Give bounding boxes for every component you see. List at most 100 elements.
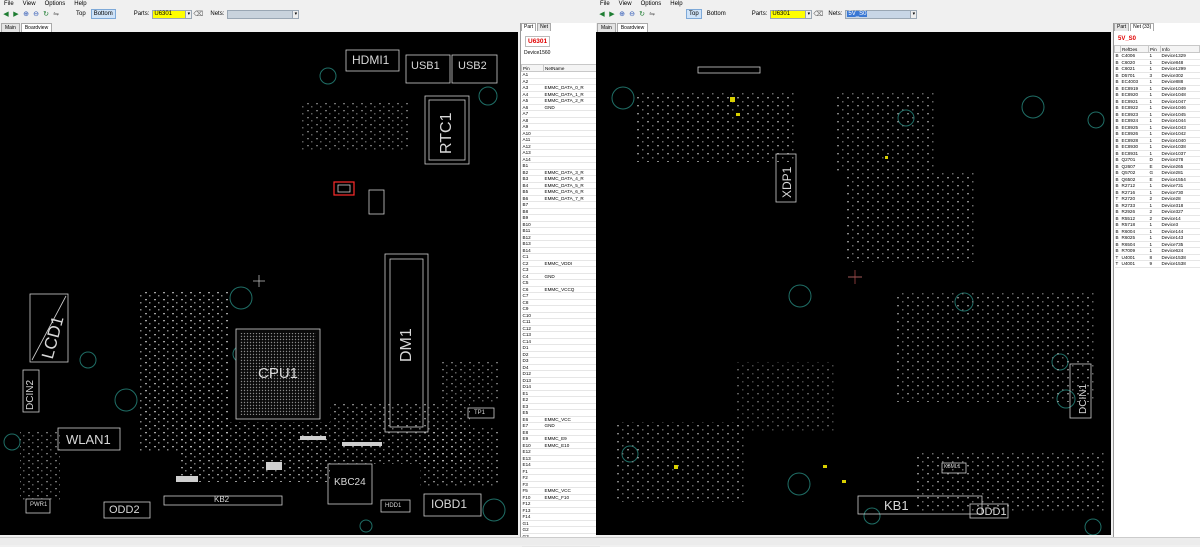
right-boardviewer-window: File View Options Help ◀ ▶ ⊕ ⊖ ↻ ⇋ Top B… bbox=[596, 0, 1200, 545]
menu-file[interactable]: File bbox=[600, 0, 610, 8]
menu-bar: File View Options Help bbox=[0, 0, 600, 8]
label-xdp1: XDP1 bbox=[780, 167, 794, 198]
pcb-board-canvas[interactable]: XDP1 DCIN1 KB1 ODD1 KBML1 bbox=[596, 32, 1111, 535]
pcb-graphics bbox=[0, 32, 518, 535]
part-info-panel: Part Net U6301 Device1560 Pin NetName A1… bbox=[520, 23, 600, 543]
info-cell: Device1538 bbox=[1161, 261, 1200, 268]
tab-part[interactable]: Part bbox=[521, 23, 536, 31]
clear-parts-icon[interactable]: ⌫ bbox=[194, 10, 202, 18]
rotate-icon[interactable]: ↻ bbox=[638, 10, 646, 18]
view-tabs: Main Boardview bbox=[597, 23, 649, 32]
zoom-in-icon[interactable]: ⊕ bbox=[22, 10, 30, 18]
selected-net-name: 5V_S0 bbox=[1118, 36, 1200, 42]
tab-part[interactable]: Part bbox=[1114, 23, 1129, 31]
pcb-graphics bbox=[596, 32, 1111, 535]
label-usb1: USB1 bbox=[411, 60, 440, 72]
bottom-side-button[interactable]: Bottom bbox=[705, 10, 728, 18]
selected-part-description: Device1560 bbox=[524, 50, 600, 56]
flip-icon[interactable]: ⇋ bbox=[52, 10, 60, 18]
column-header-pin[interactable]: Pin bbox=[522, 65, 544, 72]
toolbar: ◀ ▶ ⊕ ⊖ ↻ ⇋ Top Bottom Parts: U6301 ▾ ⌫ N… bbox=[0, 8, 600, 20]
top-side-button[interactable]: Top bbox=[74, 10, 88, 18]
label-hdd1: HDD1 bbox=[385, 503, 401, 509]
parts-combo[interactable]: U6301 ▾ bbox=[152, 10, 192, 19]
menu-options[interactable]: Options bbox=[641, 0, 662, 8]
chevron-down-icon[interactable]: ▾ bbox=[292, 11, 298, 18]
left-boardviewer-window: File View Options Help ◀ ▶ ⊕ ⊖ ↻ ⇋ Top B… bbox=[0, 0, 600, 545]
toolbar: ◀ ▶ ⊕ ⊖ ↻ ⇋ Top Bottom Parts: U6301 ▾ ⌫ N… bbox=[596, 8, 1200, 20]
arrow-left-icon[interactable]: ◀ bbox=[2, 10, 10, 18]
label-tp1: TP1 bbox=[474, 410, 485, 416]
net-info-panel: Part Net (33) 5V_S0 RefDes Pin Info BC40… bbox=[1113, 23, 1200, 543]
parts-label: Parts: bbox=[134, 11, 150, 17]
label-rtc1: RTC1 bbox=[438, 113, 456, 155]
label-usb2: USB2 bbox=[458, 60, 487, 72]
label-odd1: ODD1 bbox=[976, 506, 1007, 518]
nets-label: Nets: bbox=[210, 11, 224, 17]
label-cpu1: CPU1 bbox=[258, 365, 298, 382]
label-kbml1: KBML1 bbox=[944, 464, 960, 470]
arrow-right-icon[interactable]: ▶ bbox=[12, 10, 20, 18]
label-dcin1: DCIN1 bbox=[1078, 384, 1089, 414]
label-dcin2: DCIN2 bbox=[25, 380, 36, 410]
column-header-netname[interactable]: NetName bbox=[544, 65, 600, 72]
label-iobd1: IOBD1 bbox=[431, 497, 467, 511]
chevron-down-icon[interactable]: ▾ bbox=[910, 11, 916, 18]
tab-net[interactable]: Net bbox=[537, 23, 551, 31]
zoom-out-icon[interactable]: ⊖ bbox=[628, 10, 636, 18]
label-kb1: KB1 bbox=[884, 498, 909, 513]
tab-boardview[interactable]: Boardview bbox=[21, 23, 52, 32]
label-pwr1: PWR1 bbox=[30, 502, 47, 508]
arrow-right-icon[interactable]: ▶ bbox=[608, 10, 616, 18]
pin-table: Pin NetName A1A2A3EMMC_DATA_0_RA4EMMC_DA… bbox=[521, 64, 600, 547]
menu-help[interactable]: Help bbox=[74, 0, 86, 8]
column-header-refdes[interactable]: RefDes bbox=[1121, 46, 1149, 53]
nets-combo[interactable]: 5V_S0 ▾ bbox=[845, 10, 917, 19]
tab-boardview[interactable]: Boardview bbox=[617, 23, 648, 32]
chevron-down-icon[interactable]: ▾ bbox=[185, 11, 191, 18]
parts-value: U6301 bbox=[772, 11, 790, 17]
nets-value: 5V_S0 bbox=[847, 11, 867, 17]
menu-help[interactable]: Help bbox=[670, 0, 682, 8]
parts-label: Parts: bbox=[752, 11, 768, 17]
pin-cell: 9 bbox=[1149, 261, 1161, 268]
panel-tabs: Part Net bbox=[521, 23, 600, 31]
label-odd2: ODD2 bbox=[109, 504, 140, 516]
parts-value: U6301 bbox=[154, 11, 172, 17]
chevron-down-icon[interactable]: ▾ bbox=[805, 11, 811, 18]
net-pin-table: RefDes Pin Info BC40061Device1329BC60201… bbox=[1114, 45, 1200, 268]
clear-parts-icon[interactable]: ⌫ bbox=[814, 10, 822, 18]
nets-label: Nets: bbox=[828, 11, 842, 17]
status-bar bbox=[0, 537, 1200, 545]
zoom-in-icon[interactable]: ⊕ bbox=[618, 10, 626, 18]
flip-icon[interactable]: ⇋ bbox=[648, 10, 656, 18]
tab-main[interactable]: Main bbox=[597, 23, 616, 32]
menu-view[interactable]: View bbox=[23, 0, 36, 8]
bottom-side-button[interactable]: Bottom bbox=[91, 9, 116, 19]
column-header-pin[interactable]: Pin bbox=[1149, 46, 1161, 53]
parts-combo[interactable]: U6301 ▾ bbox=[770, 10, 812, 19]
menu-bar: File View Options Help bbox=[596, 0, 1200, 8]
menu-options[interactable]: Options bbox=[45, 0, 66, 8]
label-hdmi1: HDMI1 bbox=[352, 53, 389, 67]
refdes-cell: U4001 bbox=[1121, 261, 1149, 268]
top-side-button[interactable]: Top bbox=[686, 9, 702, 19]
menu-view[interactable]: View bbox=[619, 0, 632, 8]
column-header-info[interactable]: Info bbox=[1161, 46, 1200, 53]
pcb-board-canvas[interactable]: HDMI1 USB1 USB2 RTC1 LCD1 CPU1 DM1 DCIN2… bbox=[0, 32, 518, 535]
zoom-out-icon[interactable]: ⊖ bbox=[32, 10, 40, 18]
selected-part-name: U6301 bbox=[525, 36, 550, 47]
label-kbc24: KBC24 bbox=[334, 477, 366, 488]
view-tabs: Main Boardview bbox=[1, 23, 53, 32]
label-kb2: KB2 bbox=[214, 495, 229, 504]
label-wlan1: WLAN1 bbox=[66, 432, 111, 447]
tab-main[interactable]: Main bbox=[1, 23, 20, 32]
rotate-icon[interactable]: ↻ bbox=[42, 10, 50, 18]
tab-net[interactable]: Net (33) bbox=[1130, 23, 1154, 31]
arrow-left-icon[interactable]: ◀ bbox=[598, 10, 606, 18]
table-row[interactable]: TU40019Device1538 bbox=[1115, 261, 1200, 268]
nets-combo[interactable]: ▾ bbox=[227, 10, 299, 19]
panel-tabs: Part Net (33) bbox=[1114, 23, 1200, 31]
menu-file[interactable]: File bbox=[4, 0, 14, 8]
label-dm1: DM1 bbox=[398, 328, 416, 362]
